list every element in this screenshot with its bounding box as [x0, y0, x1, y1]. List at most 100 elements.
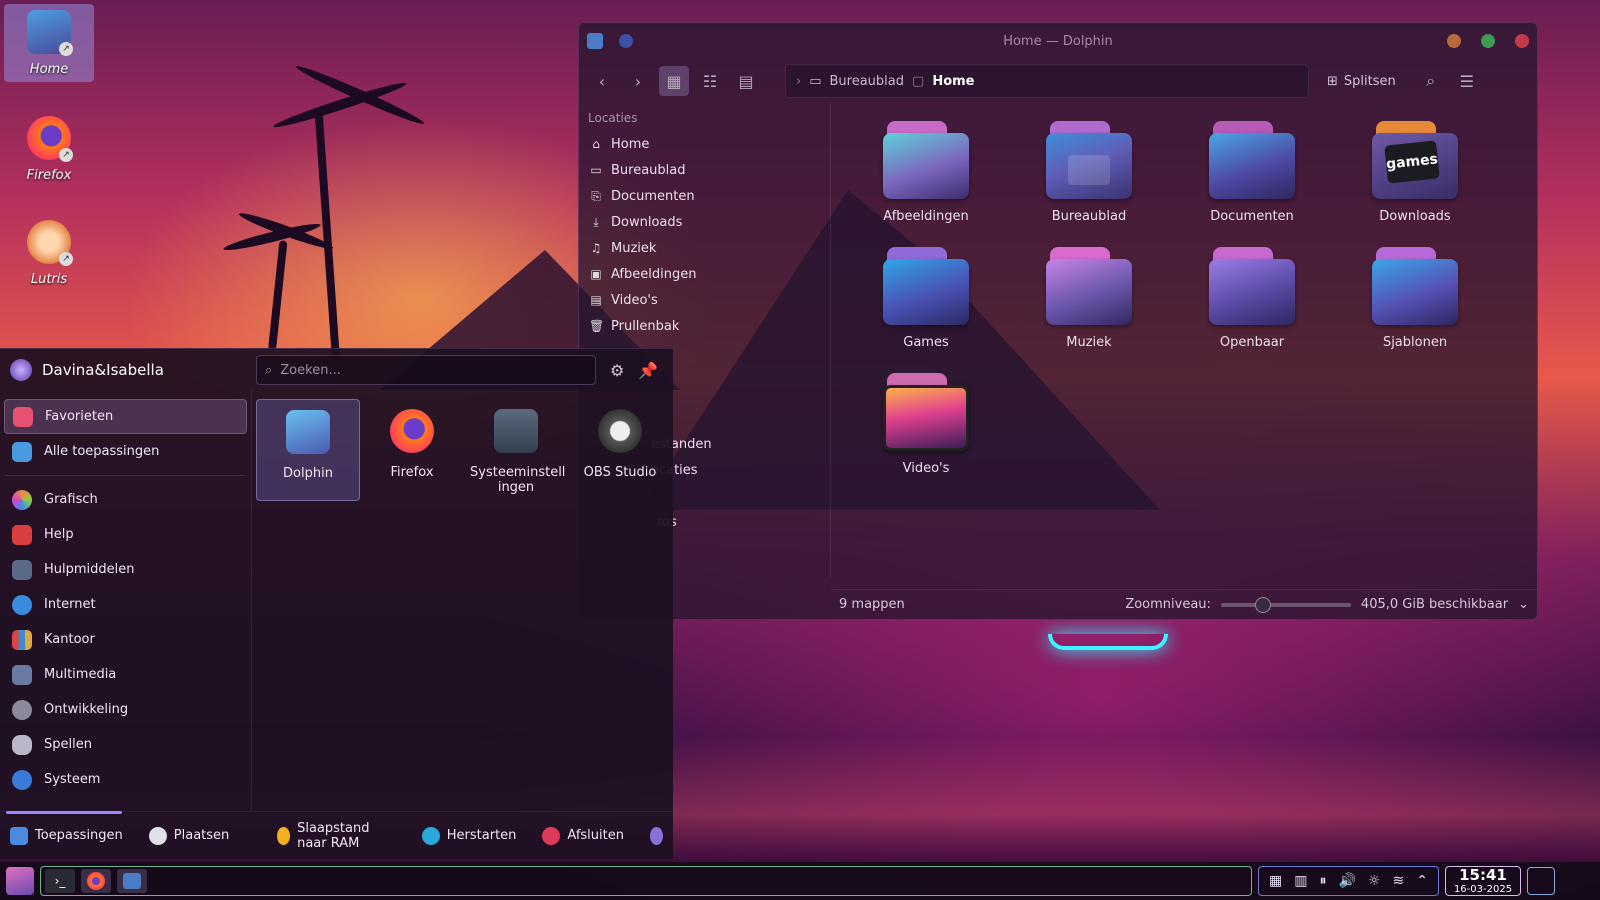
maximize-button[interactable]	[1481, 34, 1495, 48]
system-tray: ▦ ▥ ⏸ 🔊 ☼ ≋ ⌃	[1258, 866, 1439, 896]
category-utilities[interactable]: Hulpmiddelen	[4, 552, 247, 587]
category-games[interactable]: Spellen	[4, 727, 247, 762]
desktop-icon-firefox[interactable]: ↗ Firefox	[4, 110, 94, 188]
digital-clock[interactable]: 15:41 16-03-2025	[1444, 865, 1522, 896]
app-label: OBS Studio	[583, 465, 657, 480]
category-graphics[interactable]: Grafisch	[4, 482, 247, 517]
hamburger-menu-icon[interactable]: ☰	[1452, 66, 1482, 96]
dolphin-body: Locaties ⌂ Home ▭ Bureaublad ⎘ Documenten ⤓…	[579, 103, 1537, 577]
obs-icon	[598, 409, 642, 453]
category-internet[interactable]: Internet	[4, 587, 247, 622]
compact-view-icon[interactable]: ☷	[695, 66, 725, 96]
applications-icon	[10, 826, 28, 845]
pin-icon[interactable]: 📌	[638, 361, 658, 380]
show-desktop-button[interactable]	[1527, 867, 1556, 895]
folder-item[interactable]: Sjablonen	[1350, 247, 1480, 350]
folder-item[interactable]: Games	[861, 247, 991, 350]
place-videos[interactable]: ▤ Video's	[579, 287, 830, 313]
tab-applications[interactable]: Toepassingen	[10, 826, 123, 845]
globe-icon	[12, 594, 32, 615]
details-view-icon[interactable]: ▤	[731, 66, 761, 96]
wifi-icon[interactable]: ≋	[1392, 873, 1404, 889]
task-terminal[interactable]: ›_	[45, 869, 75, 893]
place-documents[interactable]: ⎘ Documenten	[579, 183, 830, 209]
link-icon: ↗	[59, 42, 73, 56]
folder-item[interactable]: Openbaar	[1187, 247, 1317, 350]
chevron-up-icon[interactable]: ⌃	[1416, 873, 1428, 889]
minimize-button[interactable]	[1447, 34, 1461, 48]
desktop-icon-lutris[interactable]: ↗ Lutris	[4, 214, 94, 292]
breadcrumb[interactable]: › ▭ Bureaublad ▢ Home	[785, 64, 1309, 98]
dolphin-app-icon[interactable]	[587, 33, 603, 49]
restart-button[interactable]: Herstarten	[421, 826, 516, 845]
pin-icon[interactable]	[619, 34, 633, 48]
category-help[interactable]: Help	[4, 517, 247, 552]
place-pictures[interactable]: ▣ Afbeeldingen	[579, 261, 830, 287]
app-dolphin[interactable]: Dolphin	[256, 399, 360, 501]
sleep-button[interactable]: Slaapstand naar RAM	[277, 821, 395, 851]
breadcrumb-current[interactable]: Home	[932, 74, 974, 89]
back-icon[interactable]: ‹	[587, 66, 617, 96]
brightness-icon[interactable]: ☼	[1368, 873, 1381, 889]
search-icon[interactable]: ⌕	[1416, 66, 1446, 96]
screen-icon[interactable]: ▦	[1269, 873, 1282, 889]
category-development[interactable]: Ontwikkeling	[4, 692, 247, 727]
folder-name: Sjablonen	[1382, 335, 1448, 350]
zoom-slider[interactable]	[1220, 596, 1351, 613]
volume-icon[interactable]: 🔊	[1338, 873, 1355, 889]
category-favorites[interactable]: Favorieten	[4, 399, 247, 434]
clock-date: 16-03-2025	[1453, 883, 1513, 895]
place-trash[interactable]: 🗑 Prullenbak	[579, 313, 830, 339]
category-all-apps[interactable]: Alle toepassingen	[4, 434, 247, 469]
app-system-settings[interactable]: Systeeminstell ingen	[464, 399, 568, 501]
task-dolphin[interactable]	[117, 869, 147, 893]
chevron-down-icon[interactable]: ⌄	[1518, 597, 1529, 612]
tab-places[interactable]: Plaatsen	[148, 826, 229, 845]
zoom-slider-handle[interactable]	[1255, 596, 1272, 613]
category-label: Internet	[44, 597, 96, 612]
window-titlebar[interactable]: Home — Dolphin	[579, 23, 1537, 59]
place-downloads[interactable]: ⤓ Downloads	[579, 209, 830, 235]
category-label: Ontwikkeling	[44, 702, 129, 717]
breadcrumb-item[interactable]: Bureaublad	[830, 74, 905, 89]
category-label: Hulpmiddelen	[44, 562, 135, 577]
category-system[interactable]: Systeem	[4, 762, 247, 797]
folder-item[interactable]: Afbeeldingen	[861, 121, 991, 224]
shutdown-button[interactable]: Afsluiten	[542, 826, 624, 845]
split-button[interactable]: ⊞ Splitsen	[1327, 74, 1396, 89]
desktop-icon-home[interactable]: ↗ Home	[4, 4, 94, 82]
category-multimedia[interactable]: Multimedia	[4, 657, 247, 692]
place-desktop[interactable]: ▭ Bureaublad	[579, 157, 830, 183]
search-placeholder: Zoeken...	[280, 362, 341, 378]
icons-view-icon[interactable]: ▦	[659, 66, 689, 96]
places-header: Locaties	[588, 111, 638, 125]
leave-options-icon[interactable]	[649, 826, 663, 845]
place-label: Bureaublad	[611, 162, 686, 178]
music-icon: ♫	[590, 241, 602, 255]
folder-item[interactable]: Muziek	[1024, 247, 1154, 350]
gear-icon	[12, 769, 32, 790]
settings-gear-icon[interactable]: ⚙	[610, 361, 624, 380]
search-field[interactable]: ⌕ Zoeken...	[256, 355, 596, 385]
folder-item[interactable]: games Downloads	[1350, 121, 1480, 224]
folder-item[interactable]: Documenten	[1187, 121, 1317, 224]
app-launcher-button[interactable]	[6, 867, 34, 895]
media-pause-icon[interactable]: ⏸	[1319, 873, 1326, 889]
app-obs-studio[interactable]: OBS Studio	[568, 399, 672, 501]
app-firefox[interactable]: Firefox	[360, 399, 464, 501]
taskbar: ›_ ▦ ▥ ⏸ 🔊 ☼ ≋ ⌃ 15:41 16-03-2025	[0, 862, 1600, 900]
user-profile[interactable]: Davina&Isabella	[10, 359, 256, 381]
clock-time: 15:41	[1459, 865, 1507, 884]
wallpaper-palm-1	[314, 110, 340, 361]
palette-icon	[12, 489, 32, 510]
place-home[interactable]: ⌂ Home	[579, 131, 830, 157]
task-firefox[interactable]	[81, 869, 111, 893]
clipboard-icon[interactable]: ▥	[1294, 873, 1307, 889]
folder-item[interactable]: Bureaublad	[1024, 121, 1154, 224]
folder-name: Video's	[902, 461, 950, 476]
category-office[interactable]: Kantoor	[4, 622, 247, 657]
forward-icon[interactable]: ›	[623, 66, 653, 96]
close-button[interactable]	[1515, 34, 1529, 48]
place-music[interactable]: ♫ Muziek	[579, 235, 830, 261]
folder-item[interactable]: Video's	[861, 373, 991, 476]
